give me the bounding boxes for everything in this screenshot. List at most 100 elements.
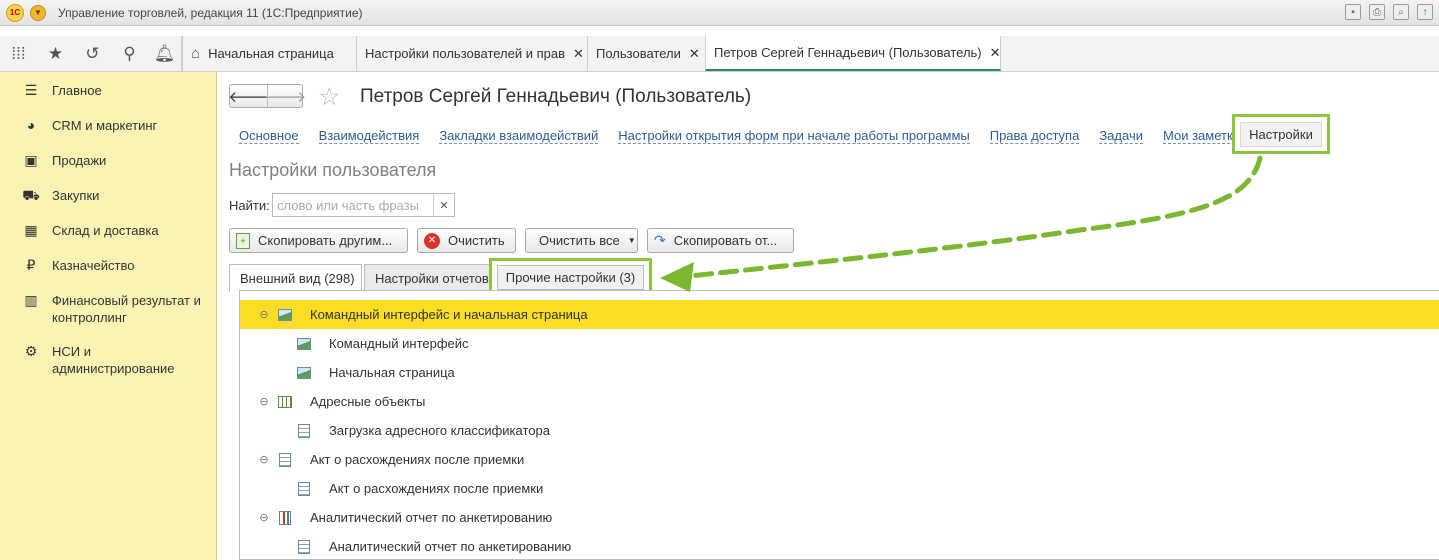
bell-icon[interactable]: 🔔︎ xyxy=(148,36,182,71)
copy-to-others-button[interactable]: + Скопировать другим... xyxy=(229,228,408,253)
link-my-notes[interactable]: Мои заметки xyxy=(1162,128,1240,144)
gear-icon: ⚙ xyxy=(24,343,38,359)
close-icon[interactable]: ✕ xyxy=(990,45,1001,61)
link-settings[interactable]: Настройки xyxy=(1240,121,1322,147)
tab-users[interactable]: Пользователи ✕ xyxy=(587,36,705,71)
home-icon: ⌂ xyxy=(191,45,201,62)
forward-arrow-icon[interactable]: 🡒 xyxy=(266,85,306,107)
tree-row-label: Загрузка адресного классификатора xyxy=(329,423,550,438)
tree-row-label: Акт о расхождениях после приемки xyxy=(310,452,525,467)
collapse-icon[interactable]: ⊖ xyxy=(258,308,270,321)
export-icon[interactable]: ↑ xyxy=(1417,4,1433,20)
tree-row[interactable]: ⊖ Акт о расхождениях после приемки xyxy=(240,445,1439,474)
tree-row-label: Адресные объекты xyxy=(310,394,426,409)
tab-appearance[interactable]: Внешний вид (298) xyxy=(229,264,362,292)
tree-row[interactable]: Командный интерфейс xyxy=(240,329,1439,358)
sidebar-item-treasury[interactable]: ₽ Казначейство xyxy=(0,257,212,274)
sidebar-item-label: Финансовый результат и контроллинг xyxy=(52,293,201,325)
tab-other-settings[interactable]: Прочие настройки (3) xyxy=(496,264,645,290)
clear-all-button[interactable]: Очистить все ▼ xyxy=(525,228,638,253)
clear-search-icon[interactable]: ✕ xyxy=(433,194,454,216)
pie-chart-icon: ◕ xyxy=(26,117,36,133)
apps-grid-icon[interactable]: ⁞⁞⁞ xyxy=(0,36,37,71)
tab-label: Внешний вид (298) xyxy=(240,271,355,286)
tab-report-settings[interactable]: Настройки отчетов xyxy=(364,264,491,291)
document-icon xyxy=(298,423,310,438)
tree-row[interactable]: Загрузка адресного классификатора xyxy=(240,416,1439,445)
tree-row[interactable]: Начальная страница xyxy=(240,358,1439,387)
tab-label: Настройки отчетов xyxy=(375,270,489,286)
print-icon[interactable]: ⎙ xyxy=(1369,4,1385,20)
tab-label: Пользователи xyxy=(596,46,681,61)
title-bar: 1С ▼ Управление торговлей, редакция 11 (… xyxy=(0,0,1439,26)
sidebar-item-label: НСИ и администрирование xyxy=(52,344,175,376)
preview-icon[interactable]: ⌕ xyxy=(1393,4,1409,20)
cart-icon: ⛟ xyxy=(22,187,40,203)
document-icon xyxy=(279,452,291,467)
page-title: Петров Сергей Геннадьевич (Пользователь) xyxy=(360,86,752,107)
tree-row[interactable]: Аналитический отчет по анкетированию xyxy=(240,532,1439,560)
chevron-down-icon: ▼ xyxy=(627,236,636,245)
tab-user-settings[interactable]: Настройки пользователей и прав ✕ xyxy=(356,36,587,71)
tree-row[interactable]: ⊖ Аналитический отчет по анкетированию xyxy=(240,503,1439,532)
tree-row[interactable]: ⊖ Адресные объекты xyxy=(240,387,1439,416)
sidebar-item-purchases[interactable]: ⛟ Закупки xyxy=(0,187,212,206)
sidebar-item-label: Казначейство xyxy=(52,258,135,273)
document-icon xyxy=(298,481,310,496)
sidebar-item-financial-result[interactable]: ▥ Финансовый результат и контроллинг xyxy=(0,292,212,326)
find-label: Найти: xyxy=(229,198,270,213)
copy-from-button[interactable]: ↷ Скопировать от... xyxy=(647,228,794,253)
document-icon xyxy=(298,539,310,554)
link-interaction-bookmarks[interactable]: Закладки взаимодействий xyxy=(439,128,599,144)
sidebar-item-label: Продажи xyxy=(52,153,107,168)
picture-icon xyxy=(278,308,292,321)
link-settings-highlight: Настройки xyxy=(1232,114,1330,154)
app-logo-icon: 1С xyxy=(6,3,24,22)
button-label: Очистить все xyxy=(539,233,620,248)
sidebar-item-main[interactable]: ☰ Главное xyxy=(0,82,212,99)
tree-row[interactable]: ⊖ Командный интерфейс и начальная страни… xyxy=(240,300,1439,329)
form-links: Основное Взаимодействия Закладки взаимод… xyxy=(239,128,1260,144)
link-access-rights[interactable]: Права доступа xyxy=(989,128,1080,144)
sidebar-item-crm[interactable]: ◕ CRM и маркетинг xyxy=(0,117,212,134)
link-form-open-settings[interactable]: Настройки открытия форм при начале работ… xyxy=(618,128,970,144)
sidebar-item-administration[interactable]: ⚙ НСИ и администрирование xyxy=(0,343,182,377)
history-nav: 🡐 🡒 xyxy=(228,84,306,108)
collapse-icon[interactable]: ⊖ xyxy=(258,453,270,466)
collapse-icon[interactable]: ⊖ xyxy=(258,511,270,524)
save-icon[interactable]: ▪ xyxy=(1345,4,1361,20)
tree-row-label: Начальная страница xyxy=(329,365,455,380)
link-main[interactable]: Основное xyxy=(239,128,299,144)
collapse-icon[interactable]: ⊖ xyxy=(258,395,270,408)
tree-row-label: Командный интерфейс и начальная страница xyxy=(310,307,588,322)
link-tasks[interactable]: Задачи xyxy=(1099,128,1143,144)
main-menu-button[interactable]: ▼ xyxy=(30,4,46,21)
close-icon[interactable]: ✕ xyxy=(573,46,584,62)
favorites-star-icon[interactable]: ★ xyxy=(37,36,74,71)
sidebar-item-warehouse[interactable]: ▦ Склад и доставка xyxy=(0,222,212,239)
tab-petrov-user[interactable]: Петров Сергей Геннадьевич (Пользователь)… xyxy=(705,36,1001,71)
section-tabs-bar: ⁞⁞⁞ ★ ↺ ⚲ 🔔︎ ⌂ Начальная страница Настро… xyxy=(0,36,1439,72)
tree-row-label: Акт о расхождениях после приемки xyxy=(329,481,544,496)
bar-chart-icon: ▥ xyxy=(24,292,38,308)
favorite-star-icon[interactable]: ☆ xyxy=(318,82,340,112)
clear-button[interactable]: ✕ Очистить xyxy=(417,228,516,253)
link-interactions[interactable]: Взаимодействия xyxy=(318,128,420,144)
history-icon[interactable]: ↺ xyxy=(74,36,111,71)
tab-label: Начальная страница xyxy=(208,46,334,61)
close-icon[interactable]: ✕ xyxy=(689,46,700,62)
find-field: ✕ xyxy=(272,193,455,217)
sidebar-item-sales[interactable]: ▣ Продажи xyxy=(0,152,212,169)
copy-icon: + xyxy=(236,232,250,249)
tree-row-label: Командный интерфейс xyxy=(329,336,469,351)
tree-row[interactable]: Акт о расхождениях после приемки xyxy=(240,474,1439,503)
sidebar-item-label: CRM и маркетинг xyxy=(52,118,158,133)
picture-icon xyxy=(297,337,311,350)
sidebar-item-label: Главное xyxy=(52,83,102,98)
tab-label: Настройки пользователей и прав xyxy=(365,46,566,61)
tab-home[interactable]: ⌂ Начальная страница xyxy=(182,36,356,71)
search-icon[interactable]: ⚲ xyxy=(111,36,148,71)
copy-from-icon: ↷ xyxy=(654,232,666,248)
search-input[interactable] xyxy=(273,194,433,216)
back-arrow-icon[interactable]: 🡐 xyxy=(228,85,268,107)
